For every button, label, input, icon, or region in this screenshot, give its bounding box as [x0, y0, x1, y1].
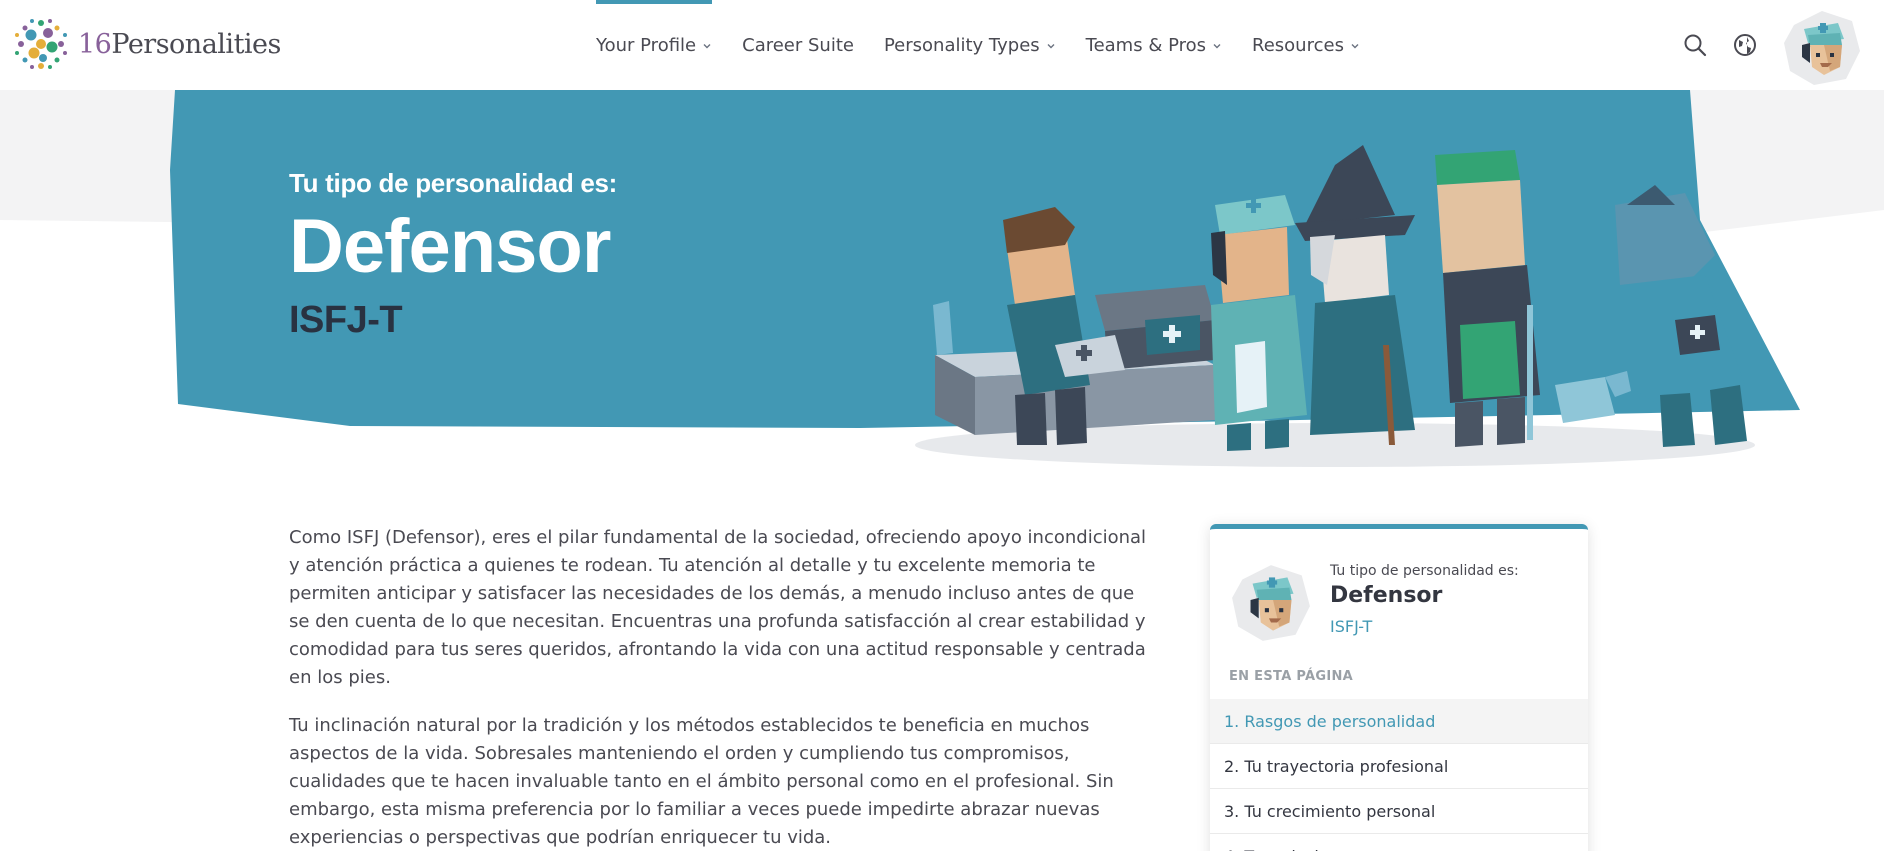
- nav-item-label: Resources: [1252, 34, 1344, 56]
- hero-type-code: ISFJ-T: [289, 299, 403, 341]
- chevron-down-icon: [1046, 35, 1056, 56]
- nav-item-label: Your Profile: [596, 34, 697, 56]
- user-avatar[interactable]: [1780, 5, 1864, 89]
- nav-item-teams-pros[interactable]: Teams & Pros: [1086, 0, 1222, 90]
- nav-item-label: Career Suite: [742, 34, 854, 56]
- page-toc: 1. Rasgos de personalidad 2. Tu trayector…: [1210, 699, 1588, 851]
- nav-item-personality-types[interactable]: Personality Types: [884, 0, 1056, 90]
- card-kicker: Tu tipo de personalidad es:: [1330, 563, 1519, 579]
- nav-utility: [1680, 0, 1884, 90]
- on-this-page-label: EN ESTA PÁGINA: [1229, 669, 1354, 684]
- card-type-code: ISFJ-T: [1330, 617, 1373, 636]
- brand-logo[interactable]: 16Personalities: [12, 16, 281, 72]
- nav-item-label: Personality Types: [883, 34, 1040, 56]
- chevron-down-icon: [1212, 35, 1222, 56]
- article-paragraph: Como ISFJ (Defensor), eres el pilar fund…: [289, 527, 1147, 688]
- nav-item-label: Teams & Pros: [1085, 34, 1207, 56]
- chevron-down-icon: [702, 35, 712, 56]
- card-avatar: [1228, 559, 1314, 649]
- nav-item-career-suite[interactable]: Career Suite: [742, 0, 854, 90]
- nav-item-your-profile[interactable]: Your Profile: [596, 0, 713, 90]
- hero-kicker: Tu tipo de personalidad es:: [289, 168, 618, 198]
- profile-sidebar-card: Tu tipo de personalidad es: Defensor ISF…: [1210, 524, 1588, 851]
- hero-heading: Tu tipo de personalidad es: Defensor ISF…: [289, 168, 617, 342]
- main-menu: Your Profile Career Suite Personality Type…: [596, 0, 1390, 90]
- card-title: Defensor: [1330, 583, 1443, 608]
- logo-dots-icon: [15, 19, 67, 69]
- hero-illustration: [915, 145, 1755, 467]
- toc-item[interactable]: 2. Tu trayectoria profesional: [1210, 744, 1588, 789]
- top-navigation: 16Personalities Your Profile Career Suite…: [0, 0, 1884, 90]
- article-body: Como ISFJ (Defensor), eres el pilar fund…: [289, 524, 1151, 851]
- card-header: Tu tipo de personalidad es: Defensor ISF…: [1210, 529, 1588, 659]
- nav-item-resources[interactable]: Resources: [1252, 0, 1360, 90]
- article-paragraph: Tu inclinación natural por la tradición …: [289, 715, 1114, 848]
- toc-item[interactable]: 3. Tu crecimiento personal: [1210, 789, 1588, 834]
- search-icon[interactable]: [1680, 30, 1710, 60]
- logo-text: 16Personalities: [78, 28, 281, 60]
- globe-icon[interactable]: [1730, 30, 1760, 60]
- chevron-down-icon: [1350, 35, 1360, 56]
- toc-item[interactable]: 1. Rasgos de personalidad: [1210, 699, 1588, 744]
- toc-item[interactable]: 4. Tus relaciones: [1210, 834, 1588, 851]
- hero-title: Defensor: [289, 204, 611, 289]
